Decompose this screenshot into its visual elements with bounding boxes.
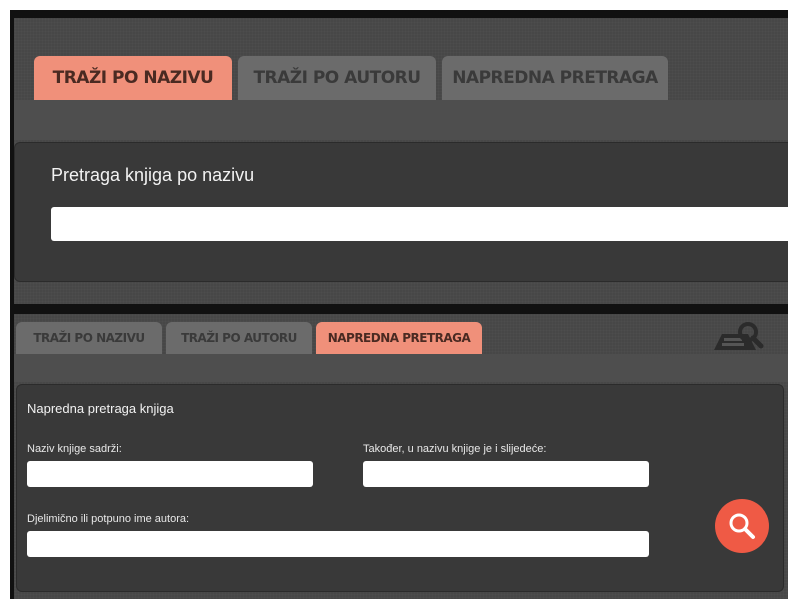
title-contains-input[interactable] [27,461,313,487]
title-contains-label: Naziv knjige sadrži: [27,443,122,455]
tab-advanced-search[interactable]: NAPREDNA PRETRAGA [316,322,482,354]
search-button[interactable] [715,499,769,553]
author-label: Djelimično ili potpuno ime autora: [27,513,190,525]
tab-search-by-author[interactable]: TRAŽI PO AUTORU [238,56,436,100]
section-title: Pretraga knjiga po nazivu [51,165,255,185]
search-device-icon [708,320,764,354]
author-input[interactable] [27,531,649,557]
magnifier-icon [729,513,755,539]
top-panel: TRAŽI PO NAZIVU TRAŽI PO AUTORU NAPREDNA… [14,18,788,304]
title-also-label: Također, u nazivu knjige je i slijedeće: [363,443,547,455]
tab-advanced-search[interactable]: NAPREDNA PRETRAGA [442,56,668,100]
title-search-box: Pretraga knjiga po nazivu [14,142,788,282]
advanced-search-box: Napredna pretraga knjiga Naziv knjige sa… [16,384,784,592]
title-also-input[interactable] [363,461,649,487]
tab-search-by-title[interactable]: TRAŽI PO NAZIVU [34,56,232,100]
tab-search-by-title[interactable]: TRAŽI PO NAZIVU [16,322,162,354]
section-title: Napredna pretraga knjiga [27,401,174,416]
tab-strip-underbar [14,100,788,140]
tab-strip-underbar [14,354,788,382]
tab-search-by-author[interactable]: TRAŽI PO AUTORU [166,322,312,354]
bottom-panel: TRAŽI PO NAZIVU TRAŽI PO AUTORU NAPREDNA… [14,314,788,599]
title-search-input[interactable] [51,207,788,241]
